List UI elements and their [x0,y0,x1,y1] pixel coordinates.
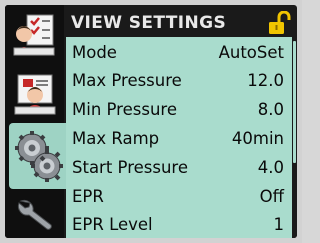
tab-checklist[interactable] [8,7,62,61]
tab-tools[interactable] [8,191,62,235]
page-title: VIEW SETTINGS [71,13,227,33]
setting-value: 12.0 [247,70,284,90]
gears-icon [14,131,63,182]
setting-value: 4.0 [257,157,284,177]
patient-chart-icon [14,74,56,115]
setting-value: 8.0 [257,99,284,119]
setting-label: Max Pressure [72,70,182,90]
setting-row-min-pressure[interactable]: Min Pressure 8.0 [66,95,292,123]
scrollbar-thumb[interactable] [293,41,296,163]
wrench-icon [17,199,52,230]
setting-row-max-ramp[interactable]: Max Ramp 40min [66,124,292,152]
device-screen: VIEW SETTINGS Mode AutoSet Max Pressure … [5,5,297,238]
setting-value: 1 [273,214,285,234]
setting-label: EPR [72,186,104,206]
tab-settings[interactable] [9,123,66,189]
tab-patient-chart[interactable] [8,65,62,121]
setting-row-epr-level[interactable]: EPR Level 1 [66,210,292,238]
setting-row-start-pressure[interactable]: Start Pressure 4.0 [66,153,292,181]
sidebar [5,5,66,238]
unlocked-padlock-icon [269,11,291,34]
setting-label: Start Pressure [72,157,189,177]
setting-row-max-pressure[interactable]: Max Pressure 12.0 [66,66,292,94]
title-bar: VIEW SETTINGS [66,9,295,37]
setting-value: 40min [231,128,284,148]
setting-label: Max Ramp [72,128,160,148]
device-frame: VIEW SETTINGS Mode AutoSet Max Pressure … [0,0,302,243]
setting-label: Min Pressure [72,99,177,119]
setting-value: Off [259,186,284,206]
settings-list: Mode AutoSet Max Pressure 12.0 Min Press… [66,37,292,238]
setting-value: AutoSet [218,42,284,62]
setting-row-mode[interactable]: Mode AutoSet [66,38,292,66]
setting-label: Mode [72,42,117,62]
setting-label: EPR Level [72,214,153,234]
setting-row-epr[interactable]: EPR Off [66,182,292,210]
scrollbar[interactable] [292,37,297,238]
checklist-patient-icon [13,14,55,56]
